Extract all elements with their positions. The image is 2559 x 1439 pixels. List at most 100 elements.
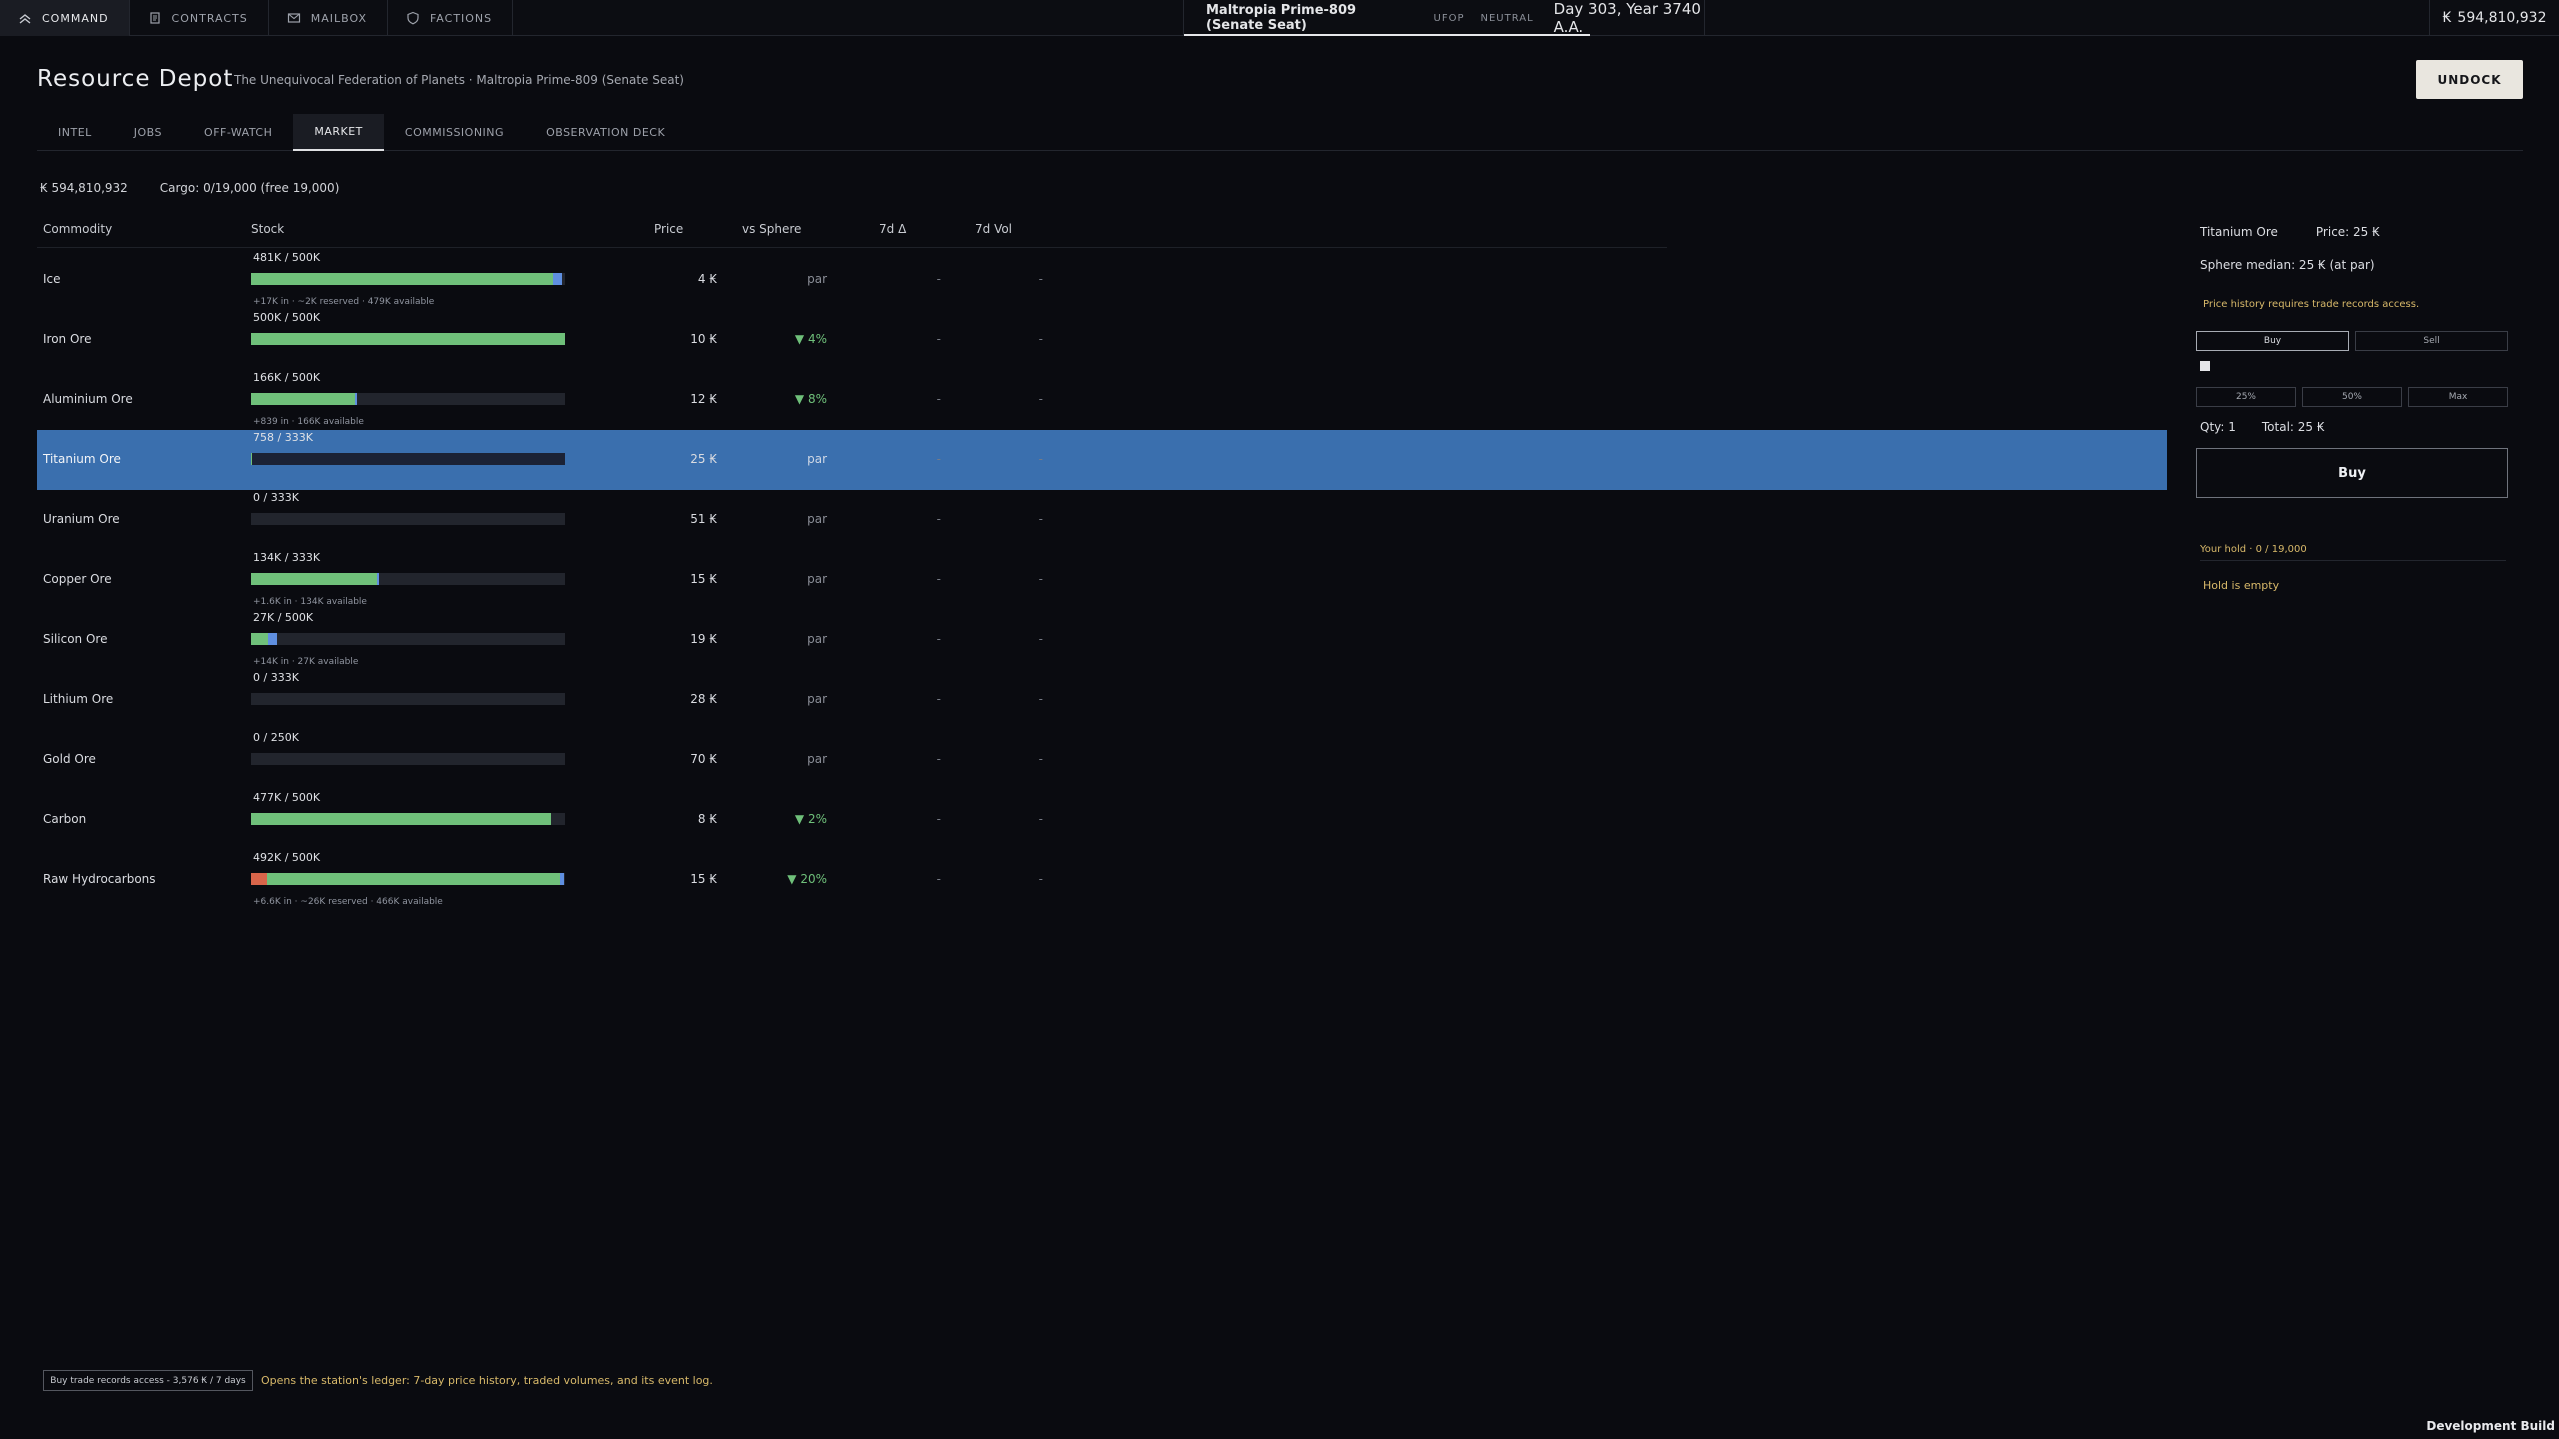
qty-max-button[interactable]: Max xyxy=(2408,387,2508,407)
vs-sphere-value: par xyxy=(807,452,827,466)
stock-bar xyxy=(251,693,565,705)
qty-50-button[interactable]: 50% xyxy=(2302,387,2402,407)
stock-details: +839 in · 166K available xyxy=(253,417,364,427)
market-summary: ₭ 594,810,932 Cargo: 0/19,000 (free 19,0… xyxy=(40,181,339,195)
faction-tag: UFOP xyxy=(1433,12,1465,24)
commodity-name: Raw Hydrocarbons xyxy=(43,872,156,886)
stock-label: 481K / 500K xyxy=(253,251,321,264)
market-row[interactable]: Silicon Ore 27K / 500K +14K in · 27K avail… xyxy=(37,610,2167,670)
stock-bar xyxy=(251,513,565,525)
buy-button[interactable]: Buy xyxy=(2196,448,2508,498)
price-value: 8 ₭ xyxy=(697,812,717,826)
stock-bar-incoming xyxy=(355,393,357,405)
nav-factions[interactable]: FACTIONS xyxy=(388,0,514,36)
development-build-label: Development Build xyxy=(2426,1419,2555,1433)
stock-details: +14K in · 27K available xyxy=(253,657,359,667)
volume-7d-value: - xyxy=(1038,692,1043,706)
col-stock: Stock xyxy=(251,222,285,236)
hold-header: Your hold · 0 / 19,000 xyxy=(2200,544,2506,561)
stock-details: +17K in · ~2K reserved · 479K available xyxy=(253,297,435,307)
commodity-name: Iron Ore xyxy=(43,332,92,346)
buy-sell-toggle: Buy Sell xyxy=(2196,331,2508,351)
trade-quantity: Qty: 1 Total: 25 ₭ xyxy=(2200,420,2508,434)
stock-bar-incoming xyxy=(377,573,379,585)
standing-tag: NEUTRAL xyxy=(1480,12,1534,24)
date-progress-bar xyxy=(1184,34,1590,36)
nav-factions-label: FACTIONS xyxy=(429,11,493,25)
market-row[interactable]: Ice 481K / 500K +17K in · ~2K reserved · 4… xyxy=(37,250,2167,310)
mail-icon xyxy=(287,13,300,23)
stock-bar xyxy=(251,753,565,765)
vs-sphere-value: ▼ 20% xyxy=(787,872,827,886)
vs-sphere-value: par xyxy=(807,632,827,646)
vs-sphere-value: par xyxy=(807,752,827,766)
nav-command[interactable]: COMMAND xyxy=(0,0,130,36)
stock-details: +6.6K in · ~26K reserved · 466K availabl… xyxy=(253,897,443,907)
commodity-name: Silicon Ore xyxy=(43,632,108,646)
change-7d-value: - xyxy=(936,752,941,766)
stock-bar-fill xyxy=(251,813,551,825)
price-history-warning: Price history requires trade records acc… xyxy=(2203,299,2420,310)
vs-sphere-value: par xyxy=(807,572,827,586)
volume-7d-value: - xyxy=(1038,512,1043,526)
document-icon xyxy=(149,12,160,24)
sell-toggle[interactable]: Sell xyxy=(2355,331,2508,351)
nav-contracts-label: CONTRACTS xyxy=(171,11,248,25)
undock-button[interactable]: UNDOCK xyxy=(2416,60,2523,99)
stock-label: 134K / 333K xyxy=(253,551,321,564)
qty-25-button[interactable]: 25% xyxy=(2196,387,2296,407)
price-value: 15 ₭ xyxy=(690,872,717,886)
stock-bar xyxy=(251,273,565,285)
buy-toggle[interactable]: Buy xyxy=(2196,331,2349,351)
stock-label: 477K / 500K xyxy=(253,791,321,804)
tab-intel[interactable]: INTEL xyxy=(37,114,113,150)
trade-header: Titanium Ore Price: 25 ₭ xyxy=(2200,225,2508,239)
buy-trade-records-button[interactable]: Buy trade records access - 3,576 ₭ / 7 d… xyxy=(43,1370,253,1391)
change-7d-value: - xyxy=(936,812,941,826)
trade-commodity: Titanium Ore xyxy=(2200,225,2278,239)
stock-bar-incoming xyxy=(268,633,277,645)
stock-bar-fill xyxy=(251,633,268,645)
page-subtitle: The Unequivocal Federation of Planets · … xyxy=(234,73,684,87)
market-row[interactable]: Carbon 477K / 500K 8 ₭ ▼ 2% - - xyxy=(37,790,2167,850)
volume-7d-value: - xyxy=(1038,752,1043,766)
price-value: 4 ₭ xyxy=(697,272,717,286)
price-value: 25 ₭ xyxy=(690,452,717,466)
tab-commissioning[interactable]: COMMISSIONING xyxy=(384,114,525,150)
sphere-median: Sphere median: 25 ₭ (at par) xyxy=(2200,258,2375,272)
tab-off-watch[interactable]: OFF-WATCH xyxy=(183,114,293,150)
stock-bar-fill xyxy=(251,393,355,405)
quantity-slider-handle[interactable] xyxy=(2200,361,2210,371)
vs-sphere-value: ▼ 2% xyxy=(794,812,827,826)
market-row[interactable]: Raw Hydrocarbons 492K / 500K +6.6K in · ~2… xyxy=(37,850,2167,910)
trade-panel: Titanium Ore Price: 25 ₭ Sphere median: … xyxy=(2196,225,2508,592)
tab-market[interactable]: MARKET xyxy=(293,114,384,151)
col-7d-change: 7d Δ xyxy=(879,222,907,236)
stock-label: 27K / 500K xyxy=(253,611,314,624)
price-value: 70 ₭ xyxy=(690,752,717,766)
market-row[interactable]: Iron Ore 500K / 500K 10 ₭ ▼ 4% - - xyxy=(37,310,2167,370)
market-row[interactable]: Aluminium Ore 166K / 500K +839 in · 166K a… xyxy=(37,370,2167,430)
market-row[interactable]: Copper Ore 134K / 333K +1.6K in · 134K ava… xyxy=(37,550,2167,610)
nav-contracts[interactable]: CONTRACTS xyxy=(130,0,269,36)
stock-label: 492K / 500K xyxy=(253,851,321,864)
change-7d-value: - xyxy=(936,572,941,586)
stock-bar-fill xyxy=(251,273,553,285)
market-table-body: Ice 481K / 500K +17K in · ~2K reserved · 4… xyxy=(37,250,2167,910)
page-title: Resource Depot xyxy=(37,66,234,92)
stock-bar-fill xyxy=(251,573,377,585)
tab-observation-deck[interactable]: OBSERVATION DECK xyxy=(525,114,686,150)
market-row[interactable]: Gold Ore 0 / 250K 70 ₭ par - - xyxy=(37,730,2167,790)
stock-bar xyxy=(251,873,565,885)
command-chevrons-icon xyxy=(19,14,31,24)
stock-label: 758 / 333K xyxy=(253,431,313,444)
market-row[interactable]: Titanium Ore 758 / 333K 25 ₭ par - - xyxy=(37,430,2167,490)
nav-mailbox[interactable]: MAILBOX xyxy=(269,0,388,36)
market-row[interactable]: Lithium Ore 0 / 333K 28 ₭ par - - xyxy=(37,670,2167,730)
market-row[interactable]: Uranium Ore 0 / 333K 51 ₭ par - - xyxy=(37,490,2167,550)
tab-jobs[interactable]: JOBS xyxy=(113,114,183,150)
station-name: Maltropia Prime-809 (Senate Seat) xyxy=(1206,3,1357,33)
stock-bar xyxy=(251,813,565,825)
top-bar: COMMAND CONTRACTS MAILBOX FACTIONS Maltr… xyxy=(0,0,2559,36)
stock-bar xyxy=(251,333,565,345)
